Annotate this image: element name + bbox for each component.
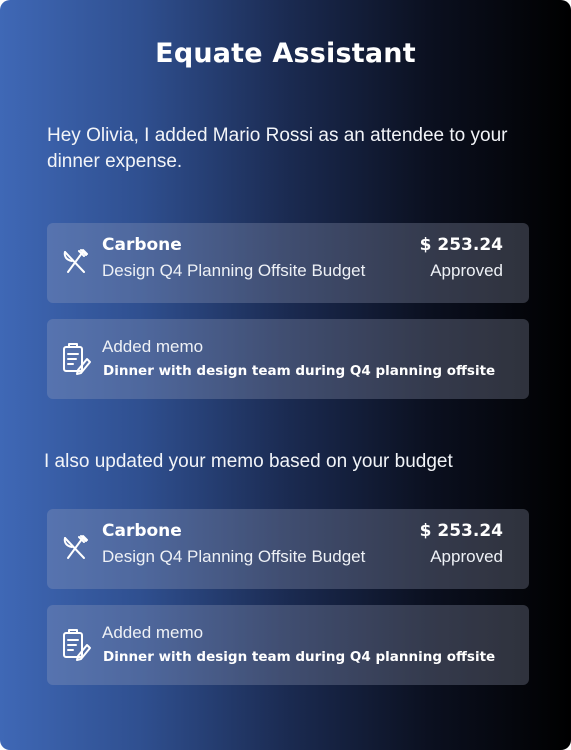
fork-knife-icon bbox=[60, 245, 92, 281]
budget-name: Design Q4 Planning Offsite Budget bbox=[102, 261, 366, 280]
panel-title: Equate Assistant bbox=[155, 38, 416, 69]
assistant-message: Hey Olivia, I added Mario Rossi as an at… bbox=[47, 125, 508, 172]
memo-card[interactable]: Added memo Dinner with design team durin… bbox=[47, 605, 529, 685]
memo-document-icon bbox=[60, 627, 92, 663]
fork-knife-icon bbox=[60, 531, 92, 567]
expense-status: Approved bbox=[430, 261, 503, 280]
memo-text: Dinner with design team during Q4 planni… bbox=[103, 363, 496, 379]
merchant-name: Carbone bbox=[102, 235, 182, 255]
expense-amount: $ 253.24 bbox=[419, 521, 503, 541]
expense-status: Approved bbox=[430, 547, 503, 566]
assistant-panel: Equate Assistant Hey Olivia, I added Mar… bbox=[0, 0, 571, 750]
memo-card[interactable]: Added memo Dinner with design team durin… bbox=[47, 319, 529, 399]
expense-card[interactable]: Carbone Design Q4 Planning Offsite Budge… bbox=[47, 223, 529, 303]
assistant-message: I also updated your memo based on your b… bbox=[44, 451, 453, 472]
memo-label: Added memo bbox=[102, 337, 204, 356]
memo-text: Dinner with design team during Q4 planni… bbox=[103, 649, 496, 665]
merchant-name: Carbone bbox=[102, 521, 182, 541]
expense-amount: $ 253.24 bbox=[419, 235, 503, 255]
budget-name: Design Q4 Planning Offsite Budget bbox=[102, 547, 366, 566]
expense-card[interactable]: Carbone Design Q4 Planning Offsite Budge… bbox=[47, 509, 529, 589]
memo-label: Added memo bbox=[102, 623, 204, 642]
memo-document-icon bbox=[60, 341, 92, 377]
